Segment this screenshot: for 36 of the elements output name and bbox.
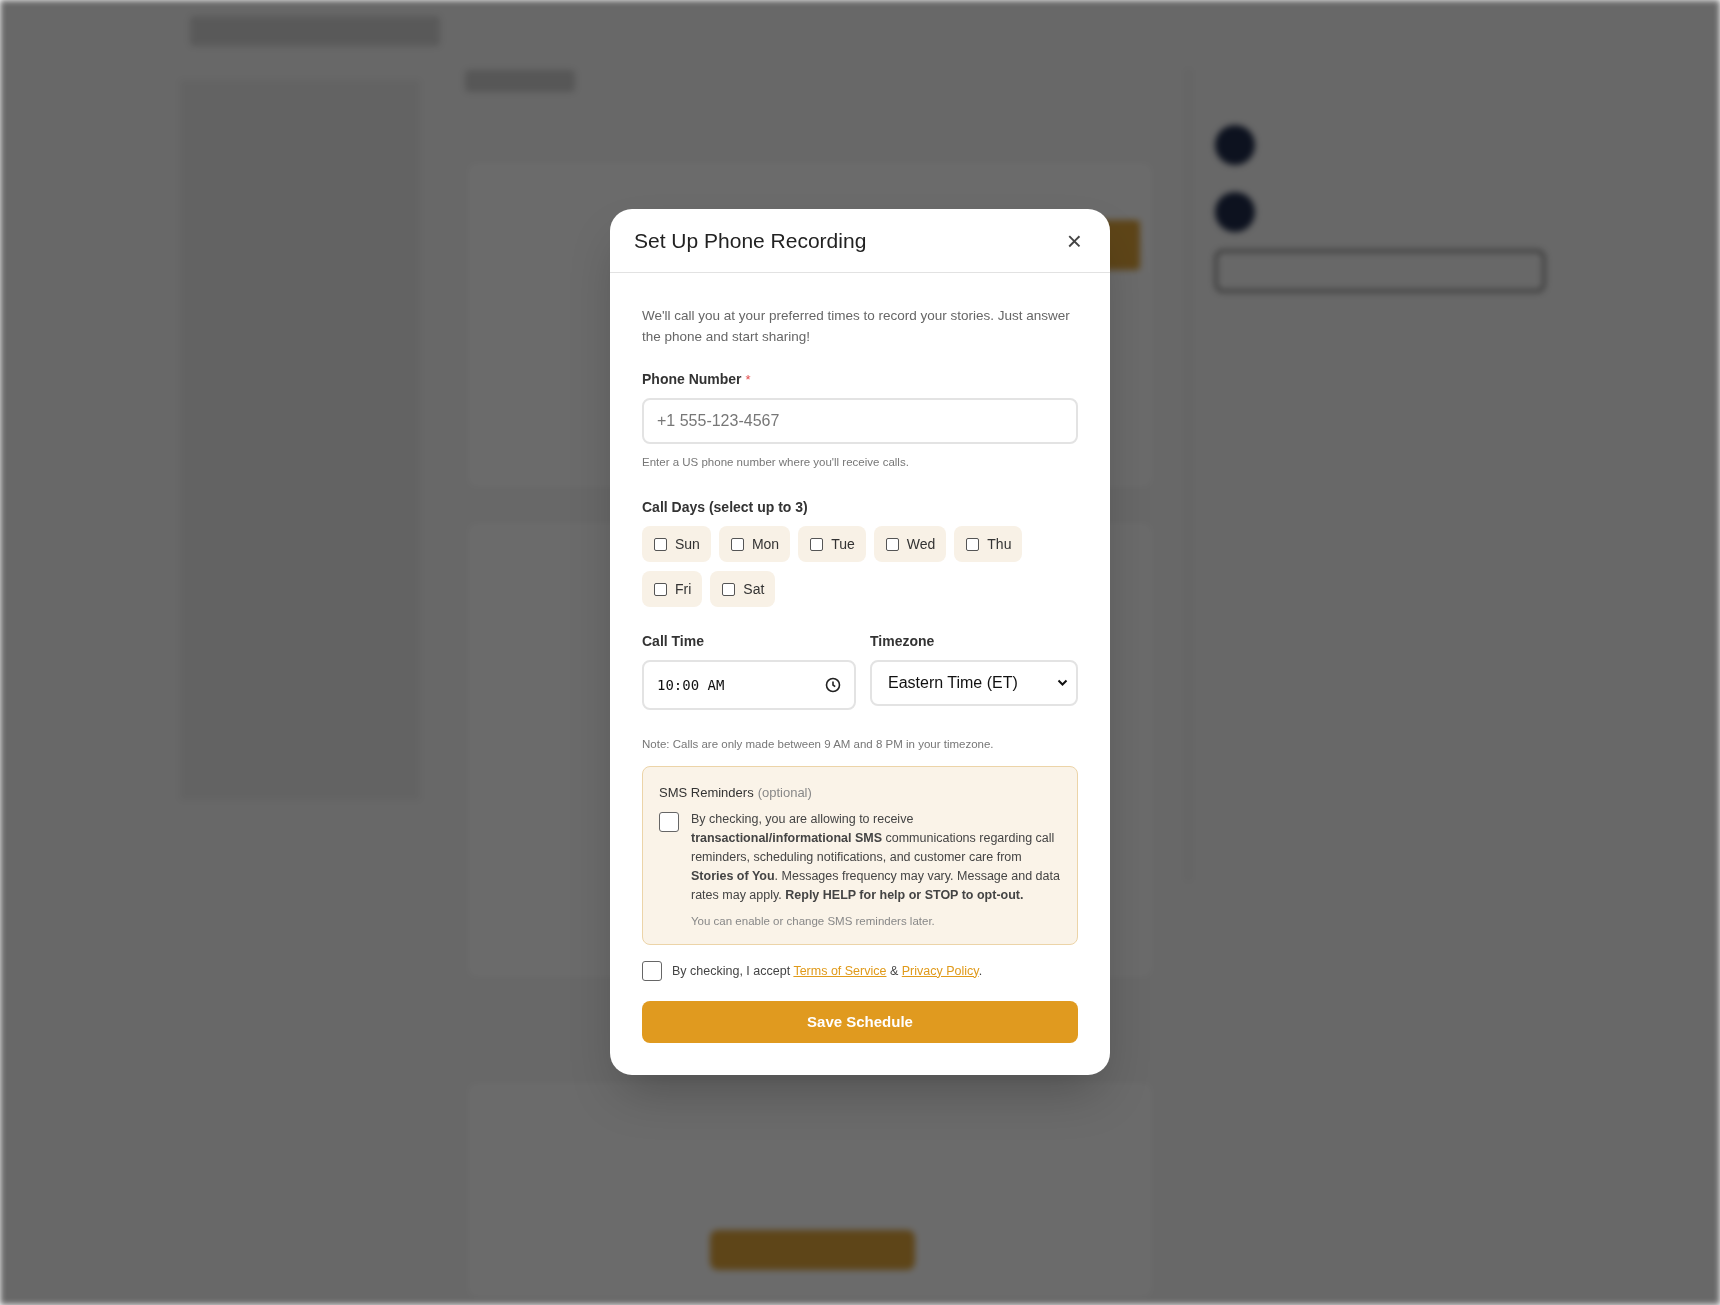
terms-consent-text: By checking, I accept Terms of Service & Privacy Policy. bbox=[672, 962, 983, 980]
sms-consent-text: By checking, you are allowing to receive transactional/informational SMS communications regarding call reminders, scheduling notifications, and customer care from Stories of You. Messages frequency may vary. Message and data rates may apply. Reply HELP for help or STOP to opt-out. bbox=[691, 811, 1061, 904]
field-label: Phone Number bbox=[642, 370, 742, 389]
day-option[interactable]: Fri bbox=[642, 571, 703, 608]
terms-checkbox[interactable] bbox=[642, 961, 662, 982]
clock-icon bbox=[825, 677, 841, 694]
field-label: Timezone bbox=[870, 632, 936, 652]
required-asterisk: * bbox=[745, 371, 751, 389]
day-option[interactable]: Mon bbox=[718, 526, 791, 563]
sms-footnote: You can enable or change SMS reminders later. bbox=[691, 914, 936, 929]
sms-reminders-title: SMS Reminders bbox=[659, 783, 754, 802]
checkbox[interactable] bbox=[730, 537, 744, 551]
checkbox[interactable] bbox=[966, 537, 980, 551]
checkbox[interactable] bbox=[810, 537, 824, 551]
hint-text: Enter a US phone number where you'll receive calls. bbox=[642, 455, 910, 470]
chevron-down-icon bbox=[1057, 679, 1068, 688]
sms-consent-checkbox[interactable] bbox=[659, 812, 679, 832]
day-option[interactable]: Tue bbox=[798, 526, 866, 563]
checkbox[interactable] bbox=[654, 537, 667, 551]
field-label: Call Days (select up to 3) bbox=[642, 498, 809, 518]
intro-text: We'll call you at your preferred times to record your stories. Just answer the phone and start sharing! bbox=[642, 307, 1071, 346]
day-option[interactable]: Wed bbox=[873, 526, 947, 563]
day-option[interactable]: Thu bbox=[954, 526, 1023, 563]
day-option[interactable]: Sat bbox=[710, 571, 776, 608]
phone-input[interactable]: +1 555-123-4567 bbox=[642, 398, 1078, 444]
field-label: Call Time bbox=[642, 632, 705, 652]
optional-label: (optional) bbox=[757, 783, 812, 802]
checkbox[interactable] bbox=[885, 537, 899, 551]
note-text: Note: Calls are only made between 9 AM and 8 PM in your timezone. bbox=[642, 737, 995, 753]
day-option[interactable]: Sun bbox=[642, 526, 711, 563]
close-button[interactable]: × bbox=[1062, 227, 1086, 254]
time-input[interactable]: 10:00 AM bbox=[642, 660, 856, 711]
timezone-dropdown[interactable]: Eastern Time (ET) bbox=[870, 660, 1078, 707]
dialog-title: Set Up Phone Recording bbox=[634, 227, 867, 254]
checkbox[interactable] bbox=[722, 582, 736, 596]
checkbox[interactable] bbox=[654, 582, 667, 596]
